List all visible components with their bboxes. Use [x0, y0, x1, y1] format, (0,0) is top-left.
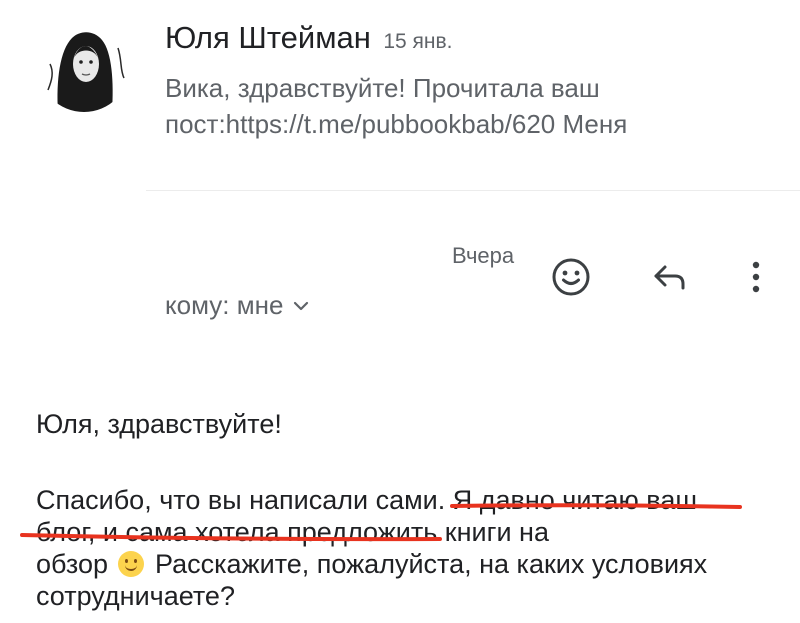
- body-line: блог, и сама хотела предложить книги на: [36, 516, 776, 548]
- more-vertical-icon: [752, 261, 760, 293]
- sender-name: Юля Штейман: [165, 20, 371, 55]
- reply-button[interactable]: [648, 255, 692, 299]
- sender-line: Юля Штейман 15 янв.: [165, 20, 453, 56]
- smiley-emoji-icon: [117, 551, 144, 577]
- sender-avatar[interactable]: [38, 20, 130, 112]
- body-text: Расскажите, пожалуйста, на каких условия…: [147, 549, 708, 579]
- snippet-line: пост:https://t.me/pubbookbab/620 Меня: [165, 109, 628, 139]
- avatar-portrait-icon: [38, 20, 130, 112]
- email-greeting: Юля, здравствуйте!: [36, 409, 282, 439]
- more-options-button[interactable]: [734, 255, 778, 299]
- body-text: Спасибо, что вы написали сами.: [36, 485, 453, 515]
- email-paragraph: Спасибо, что вы написали сами. Я давно ч…: [36, 484, 776, 612]
- message-date: 15 янв.: [383, 30, 453, 53]
- snippet-line: Вика, здравствуйте! Прочитала ваш: [165, 73, 600, 103]
- recipient-label: кому: мне: [165, 290, 284, 320]
- reply-arrow-icon: [654, 265, 685, 290]
- recipient-toggle[interactable]: кому: мне: [165, 290, 309, 321]
- email-body: Юля, здравствуйте! Спасибо, что вы напис…: [36, 408, 776, 612]
- message-divider: [146, 190, 800, 191]
- add-reaction-button[interactable]: [549, 255, 593, 299]
- body-text: обзор: [36, 549, 116, 579]
- previous-message[interactable]: Юля Штейман 15 янв. Вика, здравствуйте! …: [0, 0, 800, 190]
- body-line: сотрудничаете?: [36, 581, 235, 611]
- chevron-down-icon: [294, 301, 309, 310]
- body-line: обзор Расскажите, пожалуйста, на каких у…: [36, 548, 776, 580]
- highlighted-text: Я давно читаю ваш: [452, 485, 697, 515]
- reply-date: Вчера: [452, 243, 515, 268]
- smiley-icon: [552, 258, 590, 296]
- body-text: книги на: [437, 517, 549, 547]
- message-snippet: Вика, здравствуйте! Прочитала ваш пост:h…: [165, 70, 765, 142]
- body-line: Спасибо, что вы написали сами. Я давно ч…: [36, 484, 776, 516]
- highlighted-text: блог, и сама хотела предложить: [36, 517, 438, 547]
